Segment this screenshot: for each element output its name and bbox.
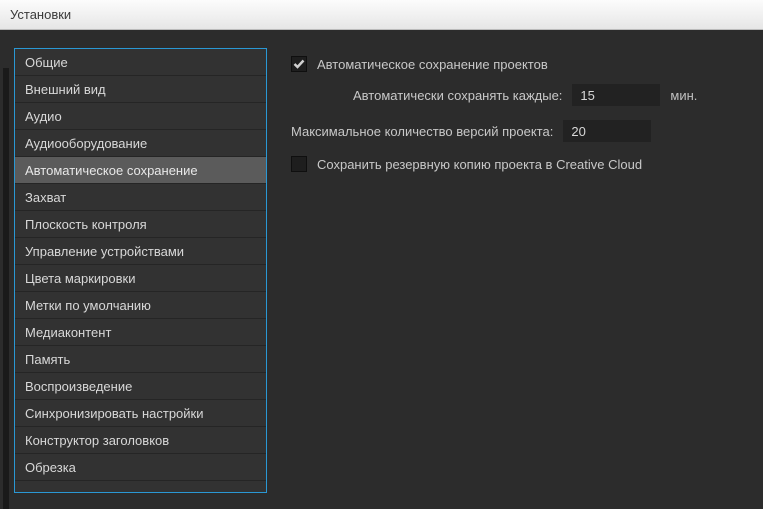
sidebar-item-label: Цвета маркировки <box>25 271 136 286</box>
sidebar-item-label: Воспроизведение <box>25 379 132 394</box>
interval-row: Автоматически сохранять каждые: мин. <box>291 84 749 106</box>
sidebar-item[interactable]: Аудиооборудование <box>15 130 266 157</box>
interval-unit: мин. <box>670 88 697 103</box>
sidebar-item[interactable]: Общие <box>15 49 266 76</box>
sidebar-item[interactable]: Захват <box>15 184 266 211</box>
sidebar-item[interactable]: Метки по умолчанию <box>15 292 266 319</box>
sidebar-item-label: Автоматическое сохранение <box>25 163 198 178</box>
sidebar-item-label: Синхронизировать настройки <box>25 406 204 421</box>
sidebar-item-label: Метки по умолчанию <box>25 298 151 313</box>
sidebar-item[interactable]: Воспроизведение <box>15 373 266 400</box>
interval-input[interactable] <box>572 84 660 106</box>
sidebar-item[interactable]: Медиаконтент <box>15 319 266 346</box>
interval-label: Автоматически сохранять каждые: <box>353 88 562 103</box>
autosave-checkbox[interactable] <box>291 56 307 72</box>
autosave-row: Автоматическое сохранение проектов <box>291 56 749 72</box>
sidebar-item[interactable]: Управление устройствами <box>15 238 266 265</box>
sidebar-item-label: Конструктор заголовков <box>25 433 169 448</box>
sidebar-item[interactable]: Обрезка <box>15 454 266 481</box>
sidebar-item[interactable]: Плоскость контроля <box>15 211 266 238</box>
sidebar-item[interactable]: Синхронизировать настройки <box>15 400 266 427</box>
sidebar-item-label: Аудиооборудование <box>25 136 147 151</box>
preferences-window: Установки Общие Внешний вид Аудио Аудиообор… <box>0 0 763 509</box>
sidebar: Общие Внешний вид Аудио Аудиооборудование Ав… <box>14 48 267 493</box>
autosave-label: Автоматическое сохранение проектов <box>317 57 548 72</box>
backup-cloud-label: Сохранить резервную копию проекта в Crea… <box>317 157 642 172</box>
sidebar-item-label: Аудио <box>25 109 62 124</box>
sidebar-item[interactable]: Внешний вид <box>15 76 266 103</box>
sidebar-item[interactable]: Конструктор заголовков <box>15 427 266 454</box>
content-area: Общие Внешний вид Аудио Аудиооборудование Ав… <box>0 30 763 509</box>
sidebar-item[interactable]: Аудио <box>15 103 266 130</box>
backup-cloud-checkbox[interactable] <box>291 156 307 172</box>
backup-row: Сохранить резервную копию проекта в Crea… <box>291 156 749 172</box>
window-title: Установки <box>10 7 71 22</box>
sidebar-item-label: Захват <box>25 190 66 205</box>
versions-label: Максимальное количество версий проекта: <box>291 124 553 139</box>
sidebar-item-label: Обрезка <box>25 460 76 475</box>
main-panel: Автоматическое сохранение проектов Автом… <box>279 48 749 509</box>
titlebar: Установки <box>0 0 763 30</box>
sidebar-item-label: Плоскость контроля <box>25 217 147 232</box>
sidebar-item-label: Управление устройствами <box>25 244 184 259</box>
versions-input[interactable] <box>563 120 651 142</box>
sidebar-item-label: Память <box>25 352 70 367</box>
sidebar-item[interactable]: Цвета маркировки <box>15 265 266 292</box>
sidebar-item[interactable]: Автоматическое сохранение <box>15 157 266 184</box>
sidebar-item[interactable]: Память <box>15 346 266 373</box>
sidebar-item-label: Медиаконтент <box>25 325 111 340</box>
versions-row: Максимальное количество версий проекта: <box>291 120 749 142</box>
sidebar-item-label: Общие <box>25 55 68 70</box>
sidebar-item-label: Внешний вид <box>25 82 106 97</box>
